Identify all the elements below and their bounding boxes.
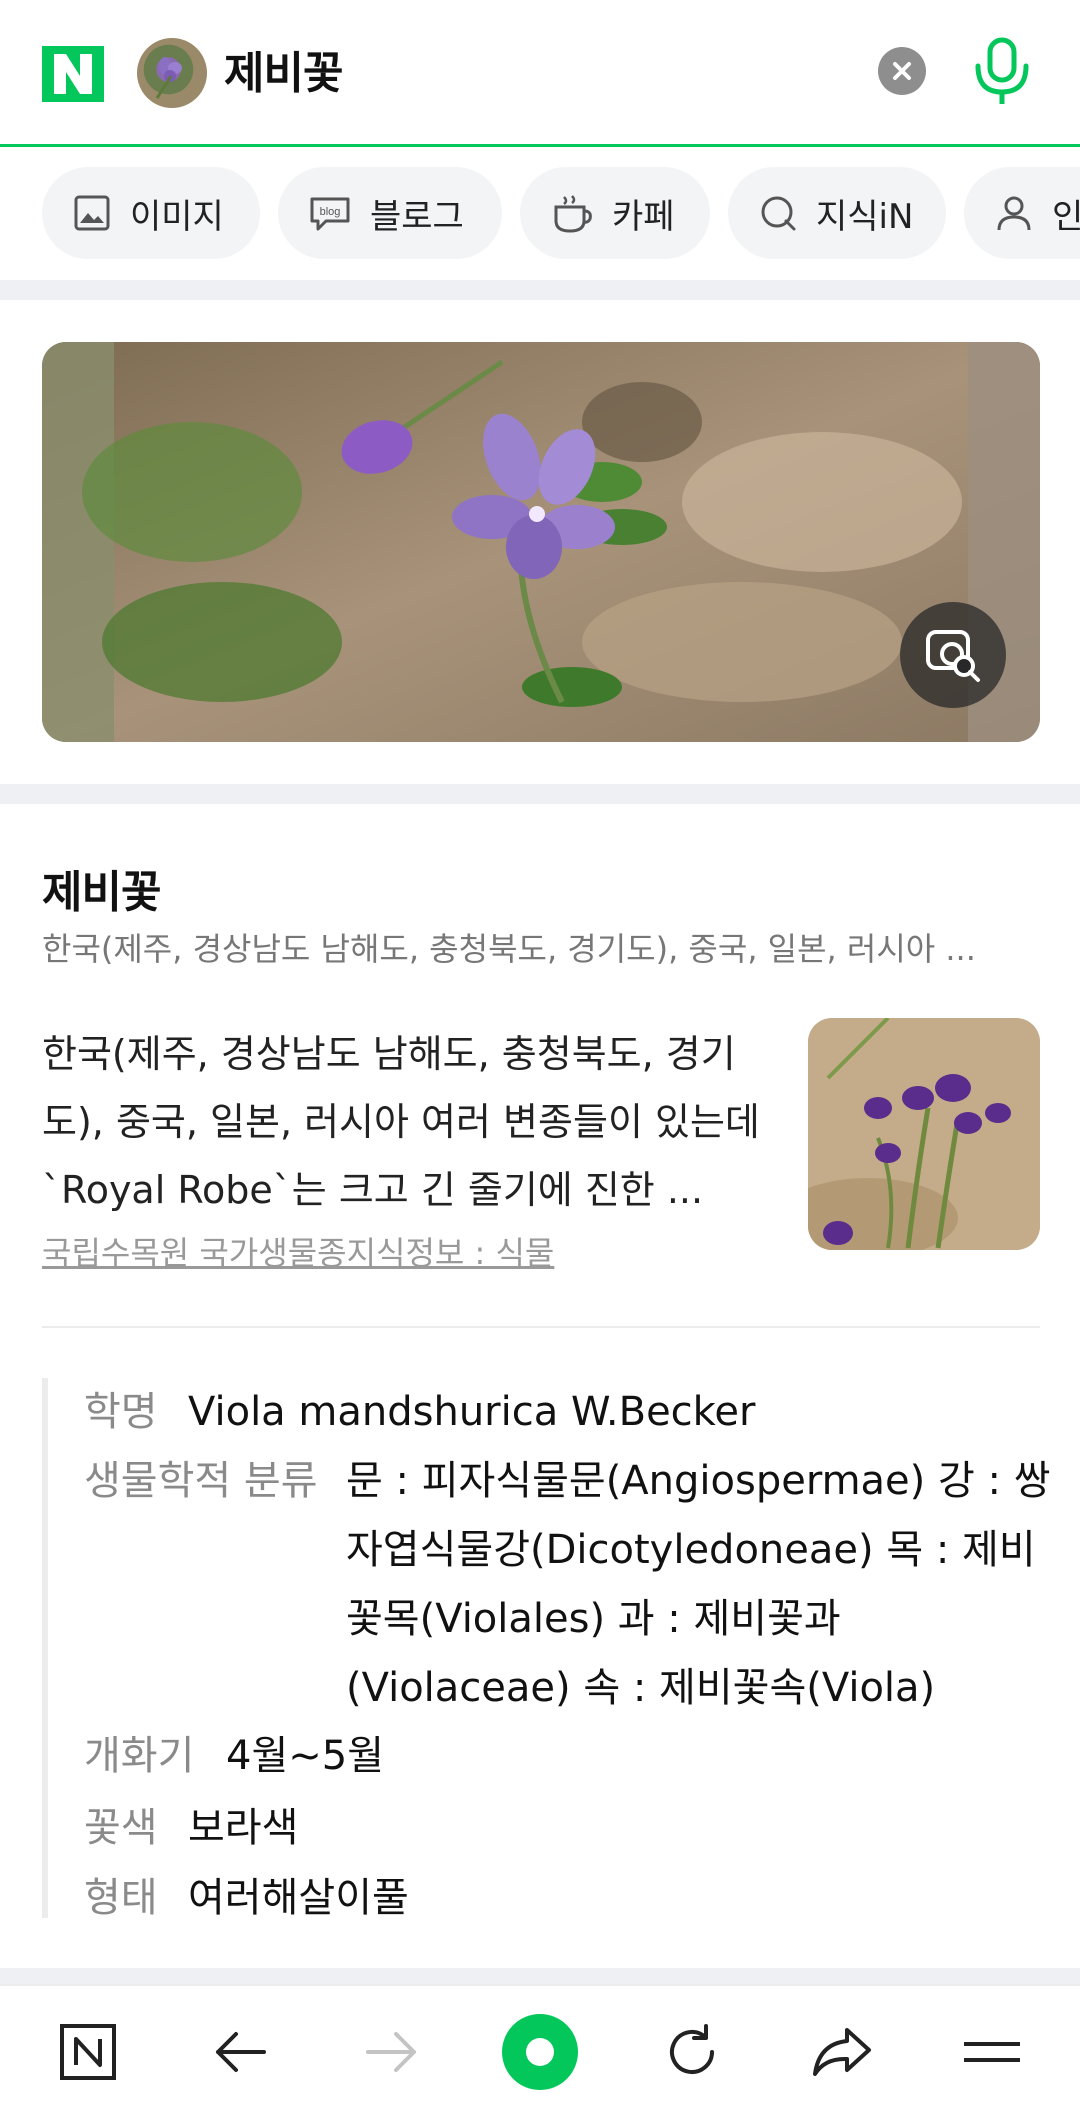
refresh-icon (670, 2024, 714, 2074)
green-dot-button[interactable] (500, 2012, 580, 2092)
violet-cluster-photo (808, 1018, 1040, 1250)
tab-blog[interactable]: blog 블로그 (278, 167, 502, 259)
scientific-label: 학명 (84, 1389, 158, 1435)
clear-button[interactable] (878, 47, 926, 95)
color-label: 꽃색 (84, 1805, 158, 1851)
result-title[interactable]: 제비꽃 (42, 856, 161, 920)
share-button[interactable] (802, 2012, 882, 2092)
info-table: 학명 Viola mandshurica W.Becker 생물학적 분류 문 … (42, 1378, 1051, 1921)
flower-thumbnail-icon (155, 57, 182, 99)
naver-home-icon (60, 2024, 116, 2080)
person-icon (997, 196, 1031, 231)
divider (42, 1326, 1040, 1328)
category-tabs: 이미지 blog 블로그 카페 지식iN 인 (0, 147, 1080, 280)
green-dot-icon (502, 2014, 578, 2090)
mic-icon[interactable] (970, 36, 1034, 106)
knowledge-icon (761, 196, 796, 231)
result-source-link[interactable]: 국립수목원 국가생물종지식정보 : 식물 (42, 1228, 554, 1274)
tab-person[interactable]: 인 (964, 167, 1080, 259)
tab-blog-label: 블로그 (370, 196, 464, 237)
menu-icon (964, 2042, 1020, 2062)
section-separator (0, 1968, 1080, 1984)
form-label: 형태 (84, 1875, 158, 1921)
tab-cafe[interactable]: 카페 (520, 167, 710, 259)
svg-text:blog: blog (320, 206, 341, 218)
color-value: 보라색 (188, 1805, 299, 1851)
result-side-image[interactable] (808, 1018, 1040, 1250)
scientific-value: Viola mandshurica W.Becker (188, 1389, 756, 1435)
section-separator (0, 784, 1080, 804)
taxonomy-line: 꽃목(Violales) 과 : 제비꽃과 (346, 1596, 841, 1642)
tab-image-label: 이미지 (130, 196, 224, 237)
back-button[interactable] (200, 2012, 280, 2092)
result-description[interactable]: 한국(제주, 경상남도 남해도, 충청북도, 경기도), 중국, 일본, 러시아… (42, 1020, 782, 1224)
result-subtitle: 한국(제주, 경상남도 남해도, 충청북도, 경기도), 중국, 일본, 러시아… (42, 930, 976, 968)
bloom-value: 4월~5월 (226, 1733, 385, 1779)
main-flower-photo[interactable] (42, 342, 1040, 742)
lens-button[interactable] (900, 602, 1006, 708)
bloom-label: 개화기 (84, 1733, 195, 1779)
refresh-button[interactable] (652, 2012, 732, 2092)
back-icon (216, 2032, 266, 2072)
violet-photo (42, 342, 1040, 742)
naver-home-button[interactable] (48, 2012, 128, 2092)
tab-person-label: 인 (1052, 196, 1080, 237)
share-icon (813, 2028, 871, 2076)
menu-button[interactable] (952, 2012, 1032, 2092)
search-query[interactable]: 제비꽃 (224, 40, 343, 108)
bottom-nav (0, 1984, 1080, 2118)
tab-knowledge-label: 지식iN (816, 196, 914, 237)
blog-icon: blog (310, 197, 350, 231)
image-icon (74, 195, 110, 231)
taxonomy-line: 문 : 피자식물문(Angiospermae) 강 : 쌍 (346, 1458, 1051, 1504)
tab-image[interactable]: 이미지 (42, 167, 260, 259)
tab-knowledge[interactable]: 지식iN (728, 167, 946, 259)
forward-button[interactable] (352, 2012, 432, 2092)
section-separator (0, 280, 1080, 300)
form-value: 여러해살이풀 (188, 1875, 409, 1921)
naver-logo-icon[interactable] (42, 46, 104, 102)
query-thumbnail[interactable] (137, 38, 207, 108)
close-icon (893, 62, 911, 80)
taxonomy-line: (Violaceae) 속 : 제비꽃속(Viola) (346, 1665, 936, 1711)
taxonomy-label: 생물학적 분류 (84, 1458, 318, 1504)
forward-icon (366, 2032, 416, 2072)
taxonomy-line: 자엽식물강(Dicotyledoneae) 목 : 제비 (346, 1527, 1036, 1573)
search-header: 제비꽃 (0, 0, 1080, 147)
cafe-icon (554, 195, 592, 233)
tab-cafe-label: 카페 (612, 196, 675, 237)
lens-icon (926, 630, 980, 682)
